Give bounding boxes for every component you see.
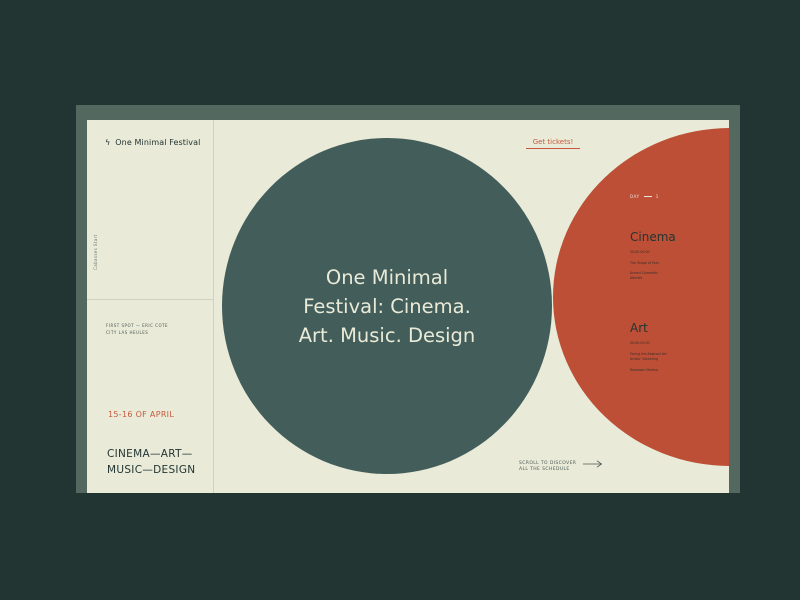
get-tickets-button[interactable]: Get tickets! bbox=[526, 138, 580, 149]
arrow-right-icon[interactable] bbox=[583, 460, 603, 468]
section-time: 20:00-00:00 bbox=[630, 250, 650, 254]
hero-line: Festival: Cinema. bbox=[303, 294, 471, 318]
section-time: 00:00-03:00 bbox=[630, 341, 650, 345]
day-divider bbox=[643, 196, 652, 197]
section-title: Art bbox=[630, 321, 648, 335]
sidebar: ϟ One Minimal Festival Cabasses Start FI… bbox=[87, 120, 214, 493]
day-number: 1 bbox=[655, 194, 659, 199]
hero-title: One Minimal Festival: Cinema. Art. Music… bbox=[299, 263, 476, 350]
day-label: DAY bbox=[630, 194, 640, 199]
day-indicator: DAY 1 bbox=[630, 194, 659, 199]
schedule-section-cinema[interactable]: Cinema 20:00-00:00 The Shape of Fear Asc… bbox=[630, 230, 676, 281]
sidebar-divider bbox=[87, 299, 213, 300]
lightning-bolt-icon: ϟ bbox=[105, 137, 111, 147]
brand-name: One Minimal Festival bbox=[115, 138, 201, 147]
section-detail: Reseason Meetup bbox=[630, 368, 659, 372]
section-event: The Shape of Fear bbox=[630, 261, 659, 265]
festival-date: 15-16 OF APRIL bbox=[108, 410, 175, 419]
festival-page: ϟ One Minimal Festival Cabasses Start FI… bbox=[87, 120, 729, 493]
tagline-line: CINEMA—ART— bbox=[107, 448, 193, 460]
brand-logo[interactable]: ϟ One Minimal Festival bbox=[105, 138, 200, 147]
scroll-hint-line: ALL THE SCHEDULE bbox=[519, 467, 570, 472]
schedule-section-art[interactable]: Art 00:00-03:00 Facing the Abstract Art … bbox=[630, 321, 667, 373]
tagline-line: MUSIC—DESIGN bbox=[107, 464, 196, 476]
hero-circle: One Minimal Festival: Cinema. Art. Music… bbox=[222, 138, 552, 474]
section-detail: Artists' Gathering bbox=[630, 357, 658, 361]
section-detail: Afterlife bbox=[630, 276, 643, 280]
vertical-caption: Cabasses Start bbox=[93, 234, 98, 270]
hero-line: Art. Music. Design bbox=[298, 323, 476, 347]
address-line: FIRST SPOT — ERIC COTE bbox=[106, 323, 169, 328]
address-line: CITY LAS HEULES bbox=[106, 330, 149, 335]
scroll-hint[interactable]: SCROLL TO DISCOVER ALL THE SCHEDULE bbox=[519, 461, 576, 473]
schedule-circle bbox=[553, 128, 729, 466]
festival-tagline: CINEMA—ART— MUSIC—DESIGN bbox=[107, 446, 195, 478]
section-title: Cinema bbox=[630, 230, 676, 244]
hero-line: One Minimal bbox=[325, 265, 449, 289]
venue-address: FIRST SPOT — ERIC COTE CITY LAS HEULES bbox=[106, 322, 168, 336]
